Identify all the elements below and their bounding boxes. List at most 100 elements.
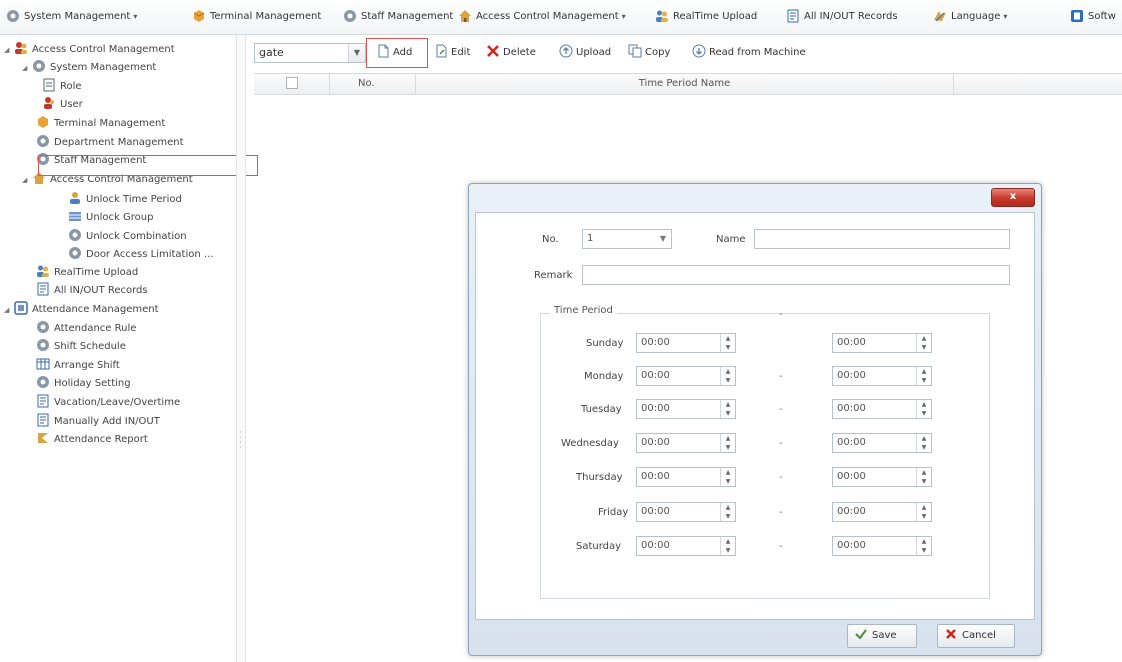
- grid-header: No. Time Period Name: [254, 73, 1122, 95]
- spin-buttons-icon[interactable]: ▲ ▼: [720, 503, 735, 521]
- spin-buttons-icon[interactable]: ▲ ▼: [720, 334, 735, 352]
- menu-realtime-upload[interactable]: RealTime Upload: [655, 9, 757, 25]
- sidebar-item-vacation-leave-overtime[interactable]: Vacation/Leave/Overtime: [36, 394, 180, 412]
- sidebar-item-attendance-report[interactable]: Attendance Report: [36, 431, 148, 449]
- spin-buttons-icon[interactable]: ▲ ▼: [916, 503, 931, 521]
- column-separator: -: [779, 309, 783, 320]
- gear-icon: [32, 59, 46, 73]
- edit-button[interactable]: Edit: [434, 44, 470, 61]
- friday-start-time[interactable]: 00:00 ▲ ▼: [636, 502, 736, 522]
- menu-terminal-management[interactable]: Terminal Management: [192, 9, 321, 25]
- sidebar-item-department-management[interactable]: Department Management: [36, 134, 184, 152]
- menu-language[interactable]: Language ▾: [933, 9, 1007, 25]
- spin-buttons-icon[interactable]: ▲ ▼: [720, 434, 735, 452]
- expand-toggle-icon[interactable]: ◢: [4, 301, 14, 319]
- spin-buttons-icon[interactable]: ▲ ▼: [916, 434, 931, 452]
- thursday-end-time[interactable]: 00:00 ▲ ▼: [832, 467, 932, 487]
- expand-toggle-icon[interactable]: ◢: [22, 171, 32, 189]
- user-icon: [68, 191, 82, 205]
- checkmark-icon: [854, 627, 868, 641]
- sidebar-item-manually-add-in-out[interactable]: Manually Add IN/OUT: [36, 413, 160, 431]
- sidebar-splitter[interactable]: · · · ·: [236, 35, 246, 662]
- thursday-start-time[interactable]: 00:00 ▲ ▼: [636, 467, 736, 487]
- cancel-button[interactable]: Cancel: [937, 624, 1015, 648]
- sidebar-item-door-access-limitation[interactable]: Door Access Limitation ...: [68, 246, 213, 264]
- friday-end-time[interactable]: 00:00 ▲ ▼: [832, 502, 932, 522]
- gear-icon: [68, 246, 82, 260]
- sidebar-item-role[interactable]: Role: [42, 78, 82, 96]
- saturday-start-time[interactable]: 00:00 ▲ ▼: [636, 536, 736, 556]
- dialog-title-bar[interactable]: x: [469, 184, 1041, 212]
- menu-all-in-out-records[interactable]: All IN/OUT Records: [786, 9, 898, 25]
- sidebar-item-attendance-management[interactable]: ◢ Attendance Management: [4, 301, 159, 319]
- sidebar-item-unlock-group[interactable]: Unlock Group: [68, 209, 153, 227]
- menu-staff-management[interactable]: Staff Management: [343, 9, 453, 25]
- spin-buttons-icon[interactable]: ▲ ▼: [720, 400, 735, 418]
- spin-buttons-icon[interactable]: ▲ ▼: [720, 537, 735, 555]
- upload-button[interactable]: Upload: [559, 44, 611, 61]
- name-input[interactable]: [754, 229, 1010, 249]
- record-icon: [786, 9, 800, 23]
- sidebar-item-unlock-time-period[interactable]: Unlock Time Period: [68, 191, 182, 209]
- no-select-value: 1: [587, 233, 594, 244]
- sidebar-item-attendance-rule[interactable]: Attendance Rule: [36, 320, 136, 338]
- monday-end-time[interactable]: 00:00 ▲ ▼: [832, 366, 932, 386]
- save-button[interactable]: Save: [847, 624, 917, 648]
- column-header-time-period-name[interactable]: Time Period Name: [416, 74, 954, 94]
- sidebar-item-terminal-management[interactable]: Terminal Management: [36, 115, 165, 133]
- gear-icon: [343, 9, 357, 23]
- read-from-machine-button[interactable]: Read from Machine: [692, 44, 806, 61]
- sidebar-item-unlock-combination[interactable]: Unlock Combination: [68, 228, 187, 246]
- sidebar-item-holiday-setting[interactable]: Holiday Setting: [36, 375, 131, 393]
- selected-item-highlight: [38, 155, 258, 176]
- monday-start-time[interactable]: 00:00 ▲ ▼: [636, 366, 736, 386]
- sidebar-item-system-management[interactable]: ◢ System Management: [22, 59, 156, 77]
- copy-button[interactable]: Copy: [628, 44, 670, 61]
- chevron-down-icon[interactable]: ▼: [348, 44, 365, 62]
- wednesday-start-time[interactable]: 00:00 ▲ ▼: [636, 433, 736, 453]
- select-all-cell: [254, 74, 330, 94]
- spin-buttons-icon[interactable]: ▲ ▼: [720, 367, 735, 385]
- menu-access-control-management[interactable]: Access Control Management ▾: [458, 9, 626, 25]
- gear-icon: [6, 9, 20, 23]
- time-period-fieldset: [540, 313, 990, 599]
- menu-software[interactable]: Softw: [1070, 9, 1116, 25]
- tuesday-end-time[interactable]: 00:00 ▲ ▼: [832, 399, 932, 419]
- day-label-friday: Friday: [598, 507, 629, 518]
- sidebar-item-arrange-shift[interactable]: Arrange Shift: [36, 357, 120, 375]
- sunday-end-time[interactable]: 00:00 ▲ ▼: [832, 333, 932, 353]
- select-all-checkbox[interactable]: [285, 77, 298, 89]
- sidebar-item-user[interactable]: User: [42, 96, 83, 114]
- expand-toggle-icon[interactable]: ◢: [22, 59, 32, 77]
- spin-buttons-icon[interactable]: ▲ ▼: [916, 537, 931, 555]
- sidebar-item-all-in-out-records[interactable]: All IN/OUT Records: [36, 282, 148, 300]
- spin-buttons-icon[interactable]: ▲ ▼: [720, 468, 735, 486]
- spin-buttons-icon[interactable]: ▲ ▼: [916, 468, 931, 486]
- sidebar-item-realtime-upload[interactable]: RealTime Upload: [36, 264, 138, 282]
- day-label-wednesday: Wednesday: [561, 438, 619, 449]
- grid-icon: [68, 209, 82, 223]
- gate-select[interactable]: gate ▼: [254, 43, 366, 63]
- sidebar-item-shift-schedule[interactable]: Shift Schedule: [36, 338, 126, 356]
- menu-system-management[interactable]: System Management ▾: [6, 9, 137, 25]
- tuesday-start-time[interactable]: 00:00 ▲ ▼: [636, 399, 736, 419]
- chevron-down-icon[interactable]: ▼: [655, 230, 671, 248]
- record-icon: [36, 394, 50, 408]
- no-select[interactable]: 1 ▼: [582, 229, 672, 249]
- remark-input[interactable]: [582, 265, 1010, 285]
- gear-icon: [36, 338, 50, 352]
- close-button[interactable]: x: [991, 188, 1035, 207]
- expand-toggle-icon[interactable]: ◢: [4, 41, 14, 59]
- spin-buttons-icon[interactable]: ▲ ▼: [916, 400, 931, 418]
- remark-label: Remark: [534, 270, 573, 281]
- sidebar-item-access-control-management-root[interactable]: ◢ Access Control Management: [4, 41, 175, 59]
- spin-buttons-icon[interactable]: ▲ ▼: [916, 334, 931, 352]
- sunday-start-time[interactable]: 00:00 ▲ ▼: [636, 333, 736, 353]
- report-icon: [36, 431, 50, 445]
- saturday-end-time[interactable]: 00:00 ▲ ▼: [832, 536, 932, 556]
- wednesday-end-time[interactable]: 00:00 ▲ ▼: [832, 433, 932, 453]
- column-header-no[interactable]: No.: [330, 74, 416, 94]
- delete-button[interactable]: Delete: [486, 45, 536, 61]
- spin-buttons-icon[interactable]: ▲ ▼: [916, 367, 931, 385]
- time-separator: -: [779, 371, 783, 382]
